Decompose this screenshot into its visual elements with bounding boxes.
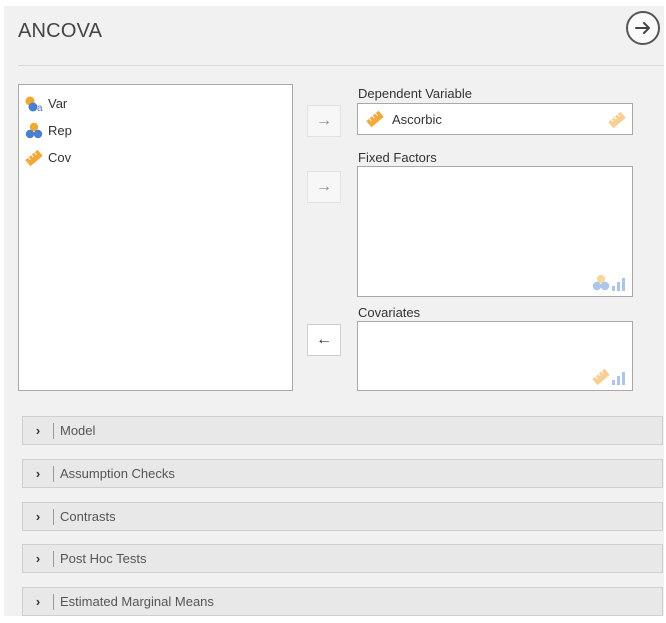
- fixed-factors-label: Fixed Factors: [358, 150, 437, 165]
- variable-item-rep[interactable]: Rep: [19, 117, 292, 144]
- section-contrasts[interactable]: › Contrasts: [22, 502, 663, 531]
- covariates-type-hint: [591, 368, 627, 386]
- dependent-type-hint: [607, 111, 627, 129]
- section-separator: [53, 465, 54, 482]
- dependent-variable-name: Ascorbic: [392, 111, 442, 127]
- continuous-ruler-icon: [366, 110, 384, 128]
- nominal-text-icon: a: [25, 96, 43, 113]
- variable-item-var[interactable]: a Var: [19, 90, 292, 117]
- section-post-hoc-tests[interactable]: › Post Hoc Tests: [22, 544, 663, 573]
- section-separator: [53, 508, 54, 525]
- variable-label: Cov: [48, 150, 72, 165]
- covariates-box[interactable]: [357, 321, 633, 391]
- continuous-ruler-icon: [608, 111, 626, 129]
- continuous-ruler-icon: [592, 368, 610, 386]
- section-label: Contrasts: [60, 509, 116, 524]
- section-separator: [53, 422, 54, 439]
- move-to-dependent-button[interactable]: →: [307, 105, 341, 137]
- variable-label: Var: [48, 96, 68, 111]
- chevron-right-icon: ›: [35, 594, 41, 609]
- arrow-right-circle-icon: [635, 22, 650, 34]
- fixed-factors-type-hint: [591, 274, 627, 292]
- dependent-variable-item[interactable]: Ascorbic: [358, 104, 632, 134]
- variable-item-cov[interactable]: Cov: [19, 144, 292, 171]
- chevron-right-icon: ›: [35, 551, 41, 566]
- variable-label: Rep: [48, 123, 72, 138]
- chevron-right-icon: ›: [35, 509, 41, 524]
- dependent-variable-label: Dependent Variable: [358, 86, 472, 101]
- section-separator: [53, 550, 54, 567]
- move-from-covariates-button[interactable]: ←: [307, 324, 341, 356]
- section-model[interactable]: › Model: [22, 416, 663, 445]
- run-analysis-button[interactable]: [626, 11, 660, 45]
- dependent-variable-box[interactable]: Ascorbic: [357, 103, 633, 135]
- fixed-factors-box[interactable]: [357, 166, 633, 297]
- chevron-right-icon: ›: [35, 466, 41, 481]
- section-label: Model: [60, 423, 96, 438]
- section-estimated-marginal-means[interactable]: › Estimated Marginal Means: [22, 587, 663, 616]
- section-assumption-checks[interactable]: › Assumption Checks: [22, 459, 663, 488]
- chevron-right-icon: ›: [35, 423, 41, 438]
- section-label: Post Hoc Tests: [60, 551, 147, 566]
- nominal-icon: [592, 274, 610, 291]
- analysis-title: ANCOVA: [18, 20, 103, 42]
- svg-text:a: a: [37, 103, 43, 113]
- continuous-ruler-icon: [25, 149, 43, 166]
- move-to-fixed-factors-button[interactable]: →: [307, 171, 341, 203]
- section-label: Estimated Marginal Means: [60, 594, 214, 609]
- covariates-label: Covariates: [358, 305, 421, 320]
- ordinal-bars-icon: [612, 278, 625, 291]
- ordinal-bars-icon: [612, 372, 625, 385]
- section-separator: [53, 593, 54, 610]
- variable-list[interactable]: a Var Rep Cov: [18, 84, 293, 391]
- nominal-icon: [25, 122, 43, 138]
- section-label: Assumption Checks: [60, 466, 175, 481]
- title-divider: [18, 65, 664, 66]
